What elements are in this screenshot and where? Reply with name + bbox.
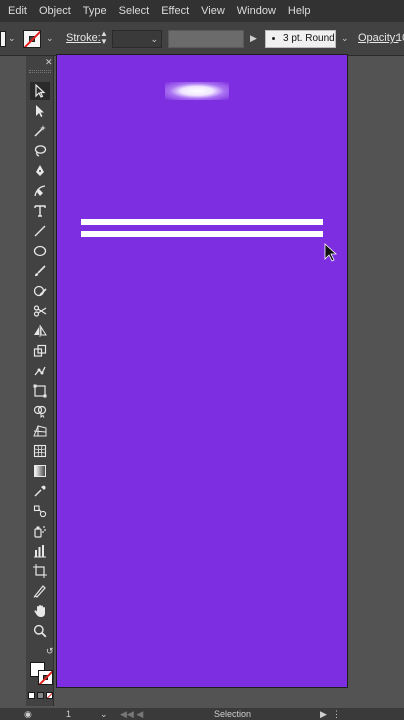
perspective-grid-tool-icon[interactable]: [30, 422, 50, 440]
opacity-value[interactable]: 10: [396, 32, 404, 44]
status-bar: ◉ 1 ⌄ ◀◀ ◀ Selection ▶ ⋮: [0, 708, 404, 720]
fill-stroke-widget[interactable]: [30, 660, 54, 686]
zoom-tool-icon[interactable]: [30, 622, 50, 640]
scale-tool-icon[interactable]: [30, 342, 50, 360]
direct-selection-tool-icon[interactable]: [30, 102, 50, 120]
brush-label: 3 pt. Round: [283, 33, 335, 44]
menu-window[interactable]: Window: [231, 0, 282, 22]
menu-type[interactable]: Type: [77, 0, 113, 22]
status-menu-arrow-icon[interactable]: ▶: [320, 709, 327, 720]
artboard-nav-prev-icon[interactable]: ◀◀ ◀: [120, 709, 143, 720]
scissors-tool-icon[interactable]: [30, 302, 50, 320]
status-stack-icon[interactable]: ⋮: [332, 709, 341, 720]
artboard-number[interactable]: 1: [66, 709, 71, 719]
status-tool-name: Selection: [214, 709, 252, 719]
brush-dot-icon: [272, 36, 275, 40]
slice-tool-icon[interactable]: [30, 582, 50, 600]
shaper-tool-icon[interactable]: [30, 282, 50, 300]
fill-swatch[interactable]: [0, 31, 6, 47]
blend-tool-icon[interactable]: [30, 502, 50, 520]
swap-fill-stroke-icon[interactable]: ↺: [46, 646, 54, 657]
menu-select[interactable]: Select: [113, 0, 156, 22]
variable-width-profile-field[interactable]: [168, 30, 244, 48]
puppet-warp-tool-icon[interactable]: [30, 362, 50, 380]
brush-dropdown-chevron-icon[interactable]: ⌄: [341, 33, 349, 44]
curvature-tool-icon[interactable]: [30, 182, 50, 200]
column-graph-tool-icon[interactable]: [30, 542, 50, 560]
control-bar: ⌄ ⌄ Stroke: ▲ ▼ ⌄ ▶ 3 pt. Round ⌄ Opacity…: [0, 22, 404, 56]
artboard-tool-icon[interactable]: [30, 562, 50, 580]
free-transform-tool-icon[interactable]: [30, 382, 50, 400]
menu-bar: Edit Object Type Select Effect View Wind…: [0, 0, 404, 22]
paintbrush-tool-icon[interactable]: [30, 262, 50, 280]
stroke-swatch[interactable]: [23, 30, 41, 48]
stroke-color-box[interactable]: [38, 670, 53, 685]
selection-tool-icon[interactable]: [30, 82, 50, 100]
artboard[interactable]: [56, 54, 348, 688]
mouse-pointer-icon: [324, 243, 338, 262]
tools-panel: ✕ ↺: [26, 56, 54, 706]
white-line-bottom[interactable]: [81, 231, 323, 237]
fill-dropdown-chevron-icon[interactable]: ⌄: [8, 33, 16, 44]
artboard-dropdown-chevron-icon[interactable]: ⌄: [100, 709, 108, 720]
none-mode-icon[interactable]: [46, 692, 53, 699]
stroke-weight-chevron-icon[interactable]: ⌄: [150, 34, 158, 45]
profile-dropdown-arrow-icon[interactable]: ▶: [250, 33, 257, 44]
stroke-label[interactable]: Stroke:: [66, 32, 101, 44]
menu-edit[interactable]: Edit: [0, 0, 33, 22]
panel-close-icon[interactable]: ✕: [45, 57, 53, 68]
pen-tool-icon[interactable]: [30, 162, 50, 180]
color-mode-icon[interactable]: [28, 692, 35, 699]
reflect-tool-icon[interactable]: [30, 322, 50, 340]
eyedropper-tool-icon[interactable]: [30, 482, 50, 500]
menu-effect[interactable]: Effect: [155, 0, 195, 22]
glowing-shape[interactable]: [165, 82, 229, 100]
lasso-tool-icon[interactable]: [30, 142, 50, 160]
white-line-top[interactable]: [81, 219, 323, 225]
stroke-weight-field[interactable]: ⌄: [112, 30, 162, 48]
opacity-label[interactable]: Opacity:: [358, 32, 398, 44]
hand-tool-icon[interactable]: [30, 602, 50, 620]
magic-wand-tool-icon[interactable]: [30, 122, 50, 140]
gradient-mode-icon[interactable]: [37, 692, 44, 699]
menu-help[interactable]: Help: [282, 0, 317, 22]
type-tool-icon[interactable]: [30, 202, 50, 220]
menu-object[interactable]: Object: [33, 0, 77, 22]
mesh-tool-icon[interactable]: [30, 442, 50, 460]
gradient-tool-icon[interactable]: [30, 462, 50, 480]
ellipse-tool-icon[interactable]: [30, 242, 50, 260]
shape-builder-tool-icon[interactable]: [30, 402, 50, 420]
color-mode-buttons: [28, 692, 54, 700]
panel-grip[interactable]: [29, 70, 51, 73]
stroke-dropdown-chevron-icon[interactable]: ⌄: [46, 33, 54, 44]
symbol-sprayer-tool-icon[interactable]: [30, 522, 50, 540]
line-segment-tool-icon[interactable]: [30, 222, 50, 240]
brush-definition-dropdown[interactable]: 3 pt. Round: [265, 30, 336, 48]
zoom-icon[interactable]: ◉: [24, 709, 32, 720]
stroke-weight-stepper-icon[interactable]: ▲ ▼: [99, 30, 109, 48]
menu-view[interactable]: View: [195, 0, 231, 22]
